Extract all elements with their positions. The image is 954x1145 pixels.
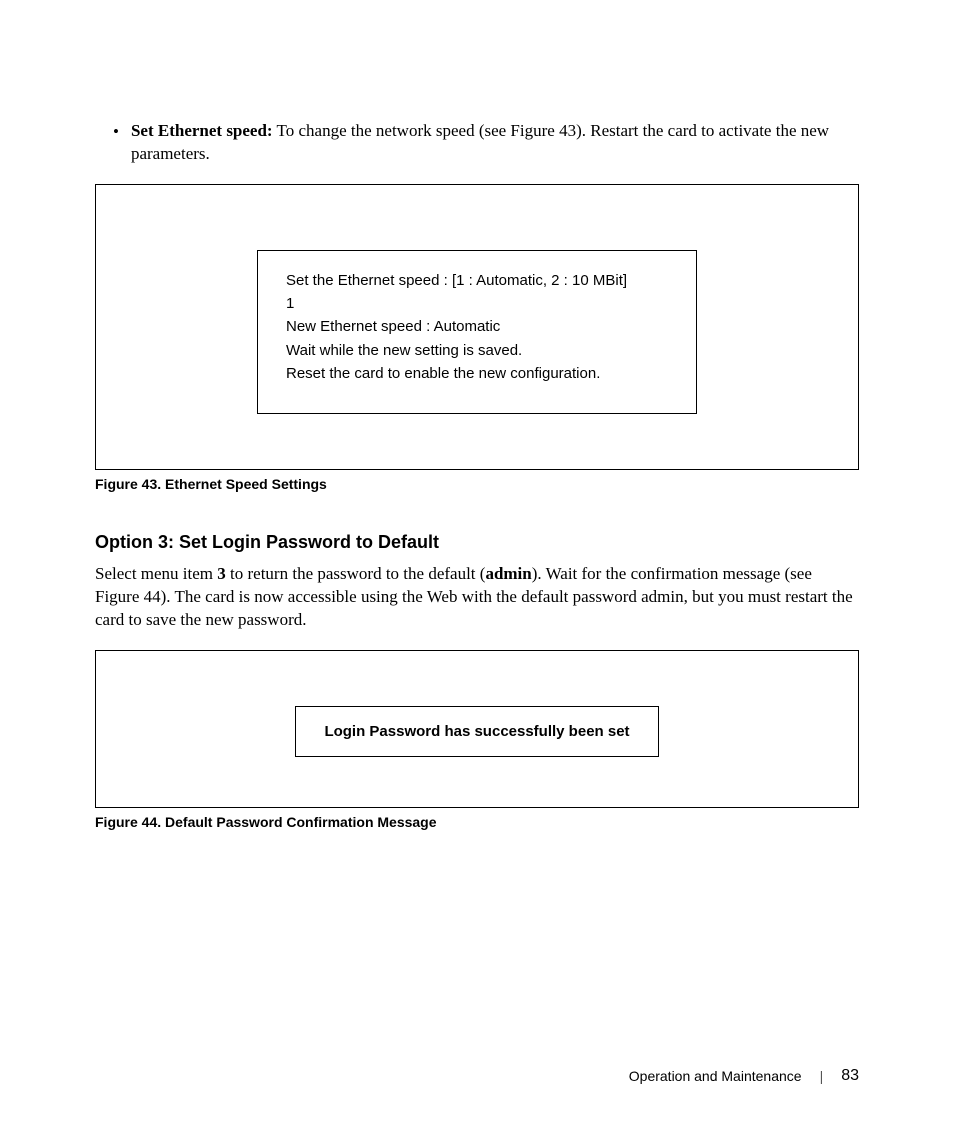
figure43-line4: Wait while the new setting is saved.	[286, 339, 668, 362]
page-footer: Operation and Maintenance | 83	[629, 1067, 859, 1085]
para-mid: to return the password to the default (	[226, 564, 486, 583]
figure43-line2: 1	[286, 292, 668, 315]
figure44-text: Login Password has successfully been set	[324, 723, 629, 740]
figure-44-container: Login Password has successfully been set	[95, 650, 859, 808]
para-bold-1: 3	[217, 564, 226, 583]
para-bold-2: admin	[485, 564, 531, 583]
figure43-line1: Set the Ethernet speed : [1 : Automatic,…	[286, 269, 668, 292]
bullet-label: Set Ethernet speed:	[131, 121, 273, 140]
figure-43-caption: Figure 43. Ethernet Speed Settings	[95, 476, 859, 492]
figure43-line3: New Ethernet speed : Automatic	[286, 315, 668, 338]
bullet-item: • Set Ethernet speed: To change the netw…	[113, 120, 859, 166]
bullet-marker: •	[113, 122, 119, 166]
para-pre: Select menu item	[95, 564, 217, 583]
figure-43-box: Set the Ethernet speed : [1 : Automatic,…	[257, 250, 697, 414]
footer-section-name: Operation and Maintenance	[629, 1068, 802, 1084]
figure-43-container: Set the Ethernet speed : [1 : Automatic,…	[95, 184, 859, 470]
figure-44-caption: Figure 44. Default Password Confirmation…	[95, 814, 859, 830]
footer-divider: |	[820, 1068, 824, 1084]
section-paragraph: Select menu item 3 to return the passwor…	[95, 563, 859, 632]
figure-44-box: Login Password has successfully been set	[295, 706, 658, 757]
section-heading: Option 3: Set Login Password to Default	[95, 532, 859, 553]
page-number: 83	[841, 1067, 859, 1085]
bullet-text: Set Ethernet speed: To change the networ…	[131, 120, 859, 166]
page-content: • Set Ethernet speed: To change the netw…	[0, 0, 954, 830]
figure43-line5: Reset the card to enable the new configu…	[286, 362, 668, 385]
